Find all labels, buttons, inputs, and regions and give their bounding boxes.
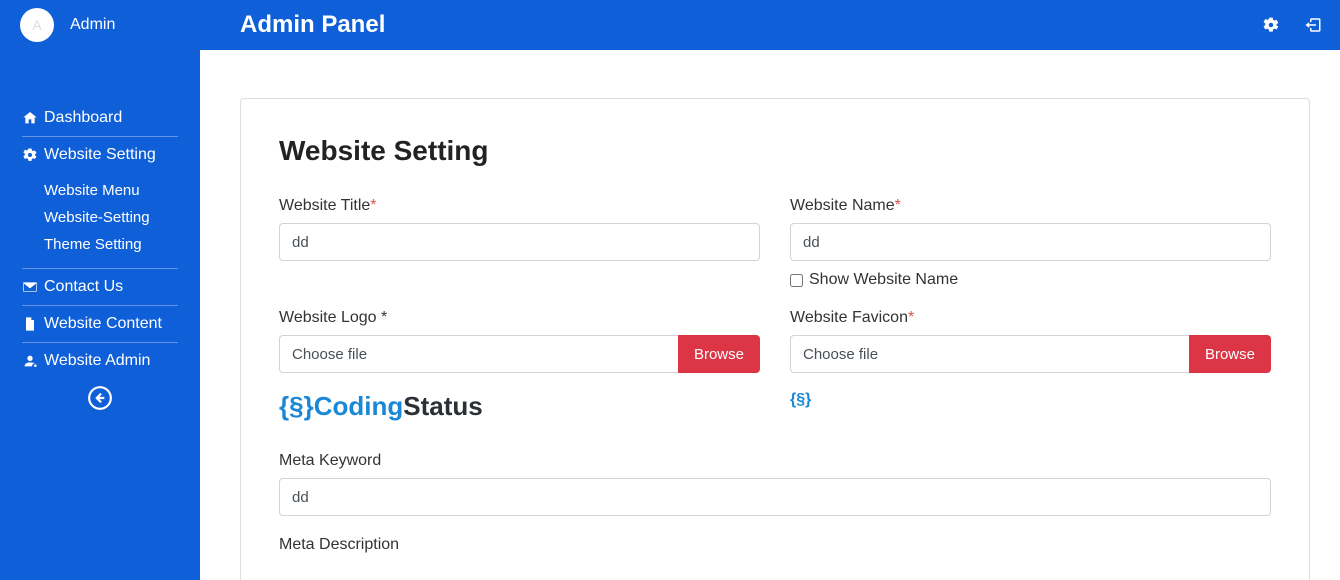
browse-favicon-button[interactable]: Browse [1189,335,1271,373]
label-meta-description: Meta Description [279,536,1271,554]
nav-contact-us[interactable]: Contact Us [22,269,178,306]
website-favicon-preview: {§} [790,391,1271,409]
avatar[interactable]: A [20,8,54,42]
main-content: Website Setting Website Title* Website N… [200,50,1340,580]
settings-card: Website Setting Website Title* Website N… [240,98,1310,580]
label-website-favicon: Website Favicon* [790,309,1271,327]
nav-label: Website Content [44,315,162,333]
logout-icon[interactable] [1304,16,1322,34]
website-logo-preview: {§}CodingStatus [279,391,760,422]
home-icon [22,110,38,126]
header-icons [1262,16,1322,34]
required-star: * [908,309,914,326]
show-website-name-checkbox[interactable] [790,274,803,287]
required-star: * [895,197,901,214]
arrow-left-circle-icon [87,385,113,411]
label-website-logo: Website Logo * [279,309,760,327]
nav-label: Dashboard [44,109,122,127]
page-title: Website Setting [279,135,1271,167]
website-title-input[interactable] [279,223,760,261]
nav-label: Website Setting [44,146,156,164]
envelope-icon [22,279,38,295]
user-name[interactable]: Admin [70,16,115,34]
sidebar: Dashboard Website Setting Website Menu W… [0,50,200,580]
label-website-name: Website Name* [790,197,1271,215]
nav-website-menu[interactable]: Website Menu [44,177,178,204]
required-star: * [370,197,376,214]
label-website-title: Website Title* [279,197,760,215]
nav-theme-setting[interactable]: Theme Setting [44,231,178,258]
collapse-sidebar-button[interactable] [0,385,200,416]
show-website-name-label: Show Website Name [809,271,958,289]
app-header: A Admin Admin Panel [0,0,1340,50]
browse-logo-button[interactable]: Browse [678,335,760,373]
nav-sub-website-setting: Website Menu Website-Setting Theme Setti… [22,173,178,269]
nav-website-admin[interactable]: Website Admin [22,343,178,379]
website-favicon-file-input[interactable]: Choose file [790,335,1189,373]
file-icon [22,316,38,332]
nav-website-content[interactable]: Website Content [22,306,178,343]
website-logo-file-input[interactable]: Choose file [279,335,678,373]
avatar-letter: A [32,17,41,33]
nav-label: Contact Us [44,278,123,296]
label-meta-keyword: Meta Keyword [279,452,1271,470]
gear-icon [22,147,38,163]
nav-website-setting-sub[interactable]: Website-Setting [44,204,178,231]
nav-website-setting[interactable]: Website Setting [22,137,178,173]
panel-title: Admin Panel [240,11,385,39]
meta-keyword-input[interactable] [279,478,1271,516]
website-name-input[interactable] [790,223,1271,261]
nav-dashboard[interactable]: Dashboard [22,100,178,137]
nav-label: Website Admin [44,352,150,370]
gear-icon[interactable] [1262,16,1280,34]
user-gear-icon [22,353,38,369]
